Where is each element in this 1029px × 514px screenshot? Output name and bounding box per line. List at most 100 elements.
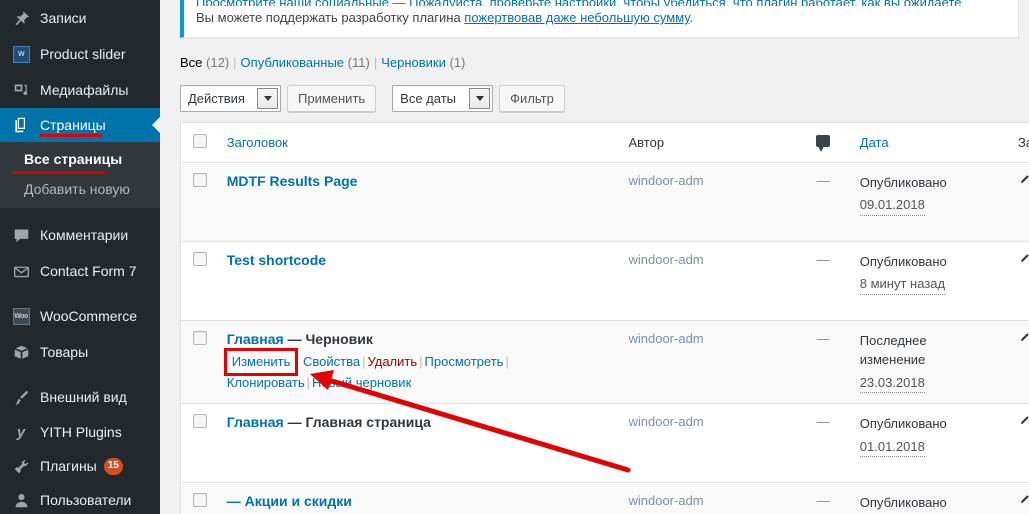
row-comments-cell: — [786,162,860,242]
row-comments-cell: — [786,482,860,514]
sidebar-item-label: Contact Form 7 [40,263,137,279]
pencil-icon [1018,415,1029,430]
pencil-icon [1018,253,1029,268]
column-header-date[interactable]: Дата [859,122,1019,163]
sidebar-item-posts[interactable]: Записи [0,0,160,36]
main-content: Просмотрите наши социальные — Пожалуйста… [160,0,1029,514]
row-seo-title-cell: Нет title [1018,320,1029,405]
sidebar-item-pages[interactable]: Страницы [0,108,160,142]
column-header-title-link[interactable]: Заголовок [227,135,288,150]
row-checkbox[interactable] [193,493,207,508]
sidebar-item-products[interactable]: Товары [0,334,160,370]
admin-sidebar: Записи W Product slider Медиафайлы Стран… [0,0,160,514]
page-title-link[interactable]: Главная [227,414,284,430]
sidebar-item-product-slider[interactable]: W Product slider [0,36,160,72]
action-separator: | [505,353,509,369]
plugins-plug-icon [11,456,31,476]
filter-separator: | [233,54,237,70]
filter-button[interactable]: Фильтр [499,85,565,113]
sidebar-subitem-label: Добавить новую [24,181,130,197]
date-filter-select[interactable]: Все даты [392,85,494,113]
sidebar-item-woocommerce[interactable]: Woo WooCommerce [0,298,160,334]
row-comments-cell: — [786,241,860,321]
notice-donate-suffix: . [689,10,694,25]
filter-all-count: (12) [206,54,230,70]
author-link[interactable]: windoor-adm [628,173,703,188]
media-icon [11,80,31,100]
row-seo-title-cell: Нет title [1018,162,1029,242]
page-title-link[interactable]: Главная [227,331,284,347]
column-header-date-link[interactable]: Дата [860,135,889,150]
page-title-link[interactable]: Test shortcode [227,252,326,268]
column-header-comments[interactable] [786,122,860,163]
notice-line-clipped: Просмотрите наши социальные — Пожалуйста… [196,0,1006,6]
new-draft-action[interactable]: Новый черновик [312,375,411,390]
row-checkbox[interactable] [193,330,207,345]
clone-action[interactable]: Клонировать [227,375,305,390]
column-header-author: Автор [628,122,787,163]
delete-action[interactable]: Удалить [368,354,418,369]
date-filter-value: Все даты [400,91,457,107]
date-status: Опубликовано [859,495,947,511]
row-checkbox[interactable] [193,172,207,187]
pencil-icon [1018,174,1029,189]
date-value: 8 минут назад [859,274,946,295]
comment-count: — [816,251,830,267]
action-separator: | [306,374,311,390]
chevron-down-icon[interactable] [257,88,278,110]
column-header-title[interactable]: Заголовок [226,122,629,163]
bulk-actions-select[interactable]: Действия [180,85,281,113]
users-icon [11,490,31,510]
sidebar-item-users[interactable]: Пользователи [0,483,160,514]
filter-published-label[interactable]: Опубликованные [241,55,345,70]
apply-button[interactable]: Применить [287,85,377,113]
sidebar-item-all-pages[interactable]: Все страницы [0,146,160,174]
row-select-cell [180,320,227,405]
plugin-notice: Просмотрите наши социальные — Пожалуйста… [180,0,1019,38]
row-select-cell [180,403,227,484]
page-title-suffix: — Черновик [283,330,373,347]
sidebar-item-contact-form-7[interactable]: Contact Form 7 [0,253,160,289]
filter-separator: | [373,54,378,70]
donate-link[interactable]: пожертвовав даже небольшую сумму [464,10,689,25]
row-comments-cell: — [786,403,860,484]
row-checkbox[interactable] [193,414,207,429]
sidebar-item-label: Записи [40,10,87,26]
sidebar-item-appearance[interactable]: Внешний вид [0,379,160,415]
sidebar-item-yith-plugins[interactable]: y YITH Plugins [0,415,160,449]
table-row: Главная — Главная страница windoor-adm —… [180,403,1029,484]
filter-all-label[interactable]: Все [180,55,202,70]
author-link[interactable]: windoor-adm [628,331,703,346]
bulk-actions-value: Действия [188,91,245,107]
page-title-link[interactable]: MDTF Results Page [227,173,358,189]
column-header-seo-title: Заголовок (title) [1018,122,1029,163]
sidebar-item-media[interactable]: Медиафайлы [0,72,160,108]
chevron-down-icon[interactable] [469,88,491,110]
action-separator: | [362,353,366,369]
plugins-update-badge: 15 [103,457,123,475]
column-header-seo-title-label: Заголовок (title) [1018,134,1029,150]
row-select-cell [180,162,227,242]
filter-drafts-label[interactable]: Черновики [381,55,446,70]
properties-action[interactable]: Свойства [303,354,360,369]
sidebar-item-add-new-page[interactable]: Добавить новую [0,176,160,202]
sidebar-item-label: Плагины [40,458,97,474]
author-link[interactable]: windoor-adm [628,252,703,267]
page-title-link[interactable]: — Акции и скидки [227,493,352,509]
row-checkbox[interactable] [193,251,207,266]
action-separator: | [419,353,423,369]
date-value: 09.01.2018 [859,195,925,216]
sidebar-item-plugins[interactable]: Плагины 15 [0,449,160,483]
sidebar-item-label: WooCommerce [40,308,137,324]
table-row: Главная — Черновик Изменить Свойства | Уда… [180,320,1029,405]
select-all-checkbox[interactable] [193,133,207,148]
author-link[interactable]: windoor-adm [628,493,703,508]
edit-action-highlighted[interactable]: Изменить [223,347,299,376]
row-author-cell: windoor-adm [628,241,787,321]
row-title-cell: MDTF Results Page [226,162,629,242]
date-status: Опубликовано [859,174,947,190]
view-action[interactable]: Просмотреть [425,354,504,369]
author-link[interactable]: windoor-adm [628,414,703,429]
table-row: Test shortcode windoor-adm — Опубликован… [180,241,1029,321]
sidebar-item-comments[interactable]: Комментарии [0,217,160,253]
